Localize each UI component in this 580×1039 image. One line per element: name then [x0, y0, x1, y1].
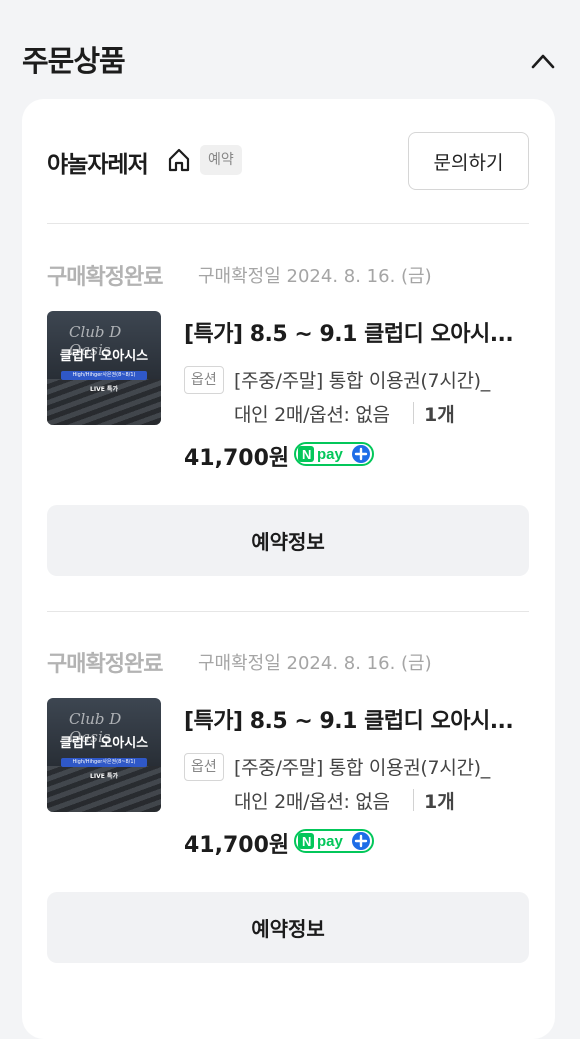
thumbnail-pill: High/Hihger사은권(8~8/1): [61, 371, 147, 380]
svg-text:pay: pay: [317, 446, 344, 463]
product-title[interactable]: [특가] 8.5 ~ 9.1 클럽디 오아시...: [184, 316, 524, 348]
product-thumbnail[interactable]: Club D Oasis 클럽디 오아시스 High/Hihger사은권(8~8…: [47, 311, 161, 425]
thumbnail-name: 클럽디 오아시스: [59, 736, 149, 751]
store-row: 야놀자레저 예약 문의하기: [22, 99, 555, 224]
order-status: 구매확정완료: [47, 265, 163, 290]
price: 41,700원: [184, 446, 290, 471]
order-item: 구매확정완료 구매확정일 2024. 8. 16. (금) Club D Oas…: [22, 224, 555, 604]
order-card: 야놀자레저 예약 문의하기 구매확정완료 구매확정일 2024. 8. 16. …: [22, 99, 555, 1039]
thumbnail-live: LIVE 특가: [90, 773, 118, 780]
svg-text:N: N: [302, 447, 311, 462]
reservation-badge: 예약: [200, 145, 242, 175]
inquiry-button[interactable]: 문의하기: [408, 132, 529, 190]
option-text-2: 대인 2매/옵션: 없음: [234, 404, 390, 426]
collapse-button[interactable]: [526, 44, 560, 78]
home-icon: [168, 148, 190, 172]
chevron-up-icon: [531, 54, 555, 69]
thumbnail-name: 클럽디 오아시스: [59, 349, 149, 364]
option-text: [주중/주말] 통합 이용권(7시간)_: [234, 757, 491, 779]
option-text: [주중/주말] 통합 이용권(7시간)_: [234, 370, 491, 392]
order-status: 구매확정완료: [47, 652, 163, 677]
thumbnail-pill: High/Hihger사은권(8~8/1): [61, 758, 147, 767]
option-text-2: 대인 2매/옵션: 없음: [234, 791, 390, 813]
quantity: 1개: [424, 791, 455, 813]
product-thumbnail[interactable]: Club D Oasis 클럽디 오아시스 High/Hihger사은권(8~8…: [47, 698, 161, 812]
separator: [413, 789, 414, 811]
confirm-date: 구매확정일 2024. 8. 16. (금): [198, 266, 432, 287]
option-tag: 옵션: [184, 753, 224, 781]
product-title[interactable]: [특가] 8.5 ~ 9.1 클럽디 오아시...: [184, 703, 524, 735]
svg-text:pay: pay: [317, 833, 344, 850]
confirm-date: 구매확정일 2024. 8. 16. (금): [198, 653, 432, 674]
thumbnail-live: LIVE 특가: [90, 386, 118, 393]
npay-plus-icon: N pay: [294, 442, 374, 466]
section-title: 주문상품: [22, 44, 126, 78]
svg-text:N: N: [302, 834, 311, 849]
reservation-info-button[interactable]: 예약정보: [47, 505, 529, 576]
reservation-info-button[interactable]: 예약정보: [47, 892, 529, 963]
npay-plus-icon: N pay: [294, 829, 374, 853]
option-tag: 옵션: [184, 366, 224, 394]
price: 41,700원: [184, 833, 290, 858]
store-name[interactable]: 야놀자레저: [47, 145, 149, 179]
order-item: 구매확정완료 구매확정일 2024. 8. 16. (금) Club D Oas…: [22, 611, 555, 991]
order-products-header: 주문상품: [0, 0, 580, 98]
quantity: 1개: [424, 404, 455, 426]
separator: [413, 402, 414, 424]
